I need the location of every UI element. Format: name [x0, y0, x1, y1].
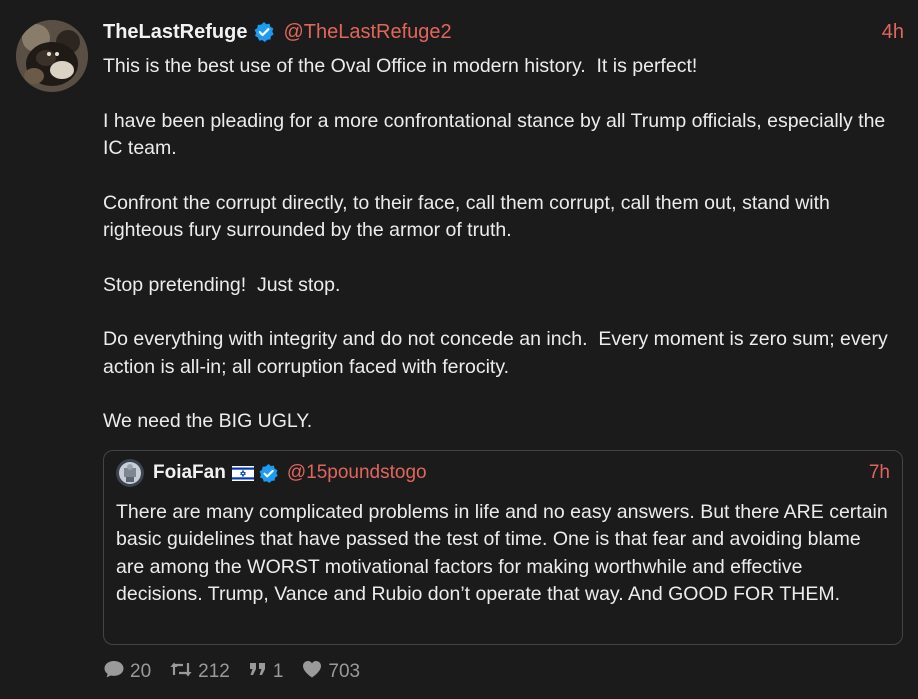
post-paragraph: We need the BIG UGLY. [103, 410, 313, 432]
author-display-name[interactable]: TheLastRefuge [103, 21, 247, 44]
reply-count: 20 [130, 661, 152, 682]
israel-flag-icon [231, 465, 254, 481]
post-paragraph: This is the best use of the Oval Office … [103, 55, 698, 77]
post-paragraph: Stop pretending! Just stop. [103, 273, 341, 296]
quote-button[interactable]: 1 [248, 659, 284, 685]
repost-count: 212 [198, 661, 230, 682]
post-paragraph: Confront the corrupt directly, to their … [103, 191, 836, 242]
quote-icon [248, 659, 273, 685]
author-handle[interactable]: @TheLastRefuge2 [283, 21, 451, 44]
reply-button[interactable]: 20 [103, 659, 151, 685]
quoted-post-time[interactable]: 7h [869, 462, 890, 484]
quoted-author-avatar[interactable] [116, 459, 144, 487]
quoted-post[interactable]: FoiaFan @15poundstogo 7h There are many … [103, 450, 903, 645]
quoted-post-text: There are many complicated problems in l… [116, 501, 888, 605]
post-header: TheLastRefuge @TheLastRefuge2 4h [103, 18, 904, 46]
post-paragraph: Do everything with integrity and do not … [103, 328, 894, 378]
quoted-post-header: FoiaFan @15poundstogo 7h [116, 459, 890, 487]
verified-badge-icon [258, 463, 279, 484]
like-count: 703 [328, 661, 361, 682]
heart-icon [301, 659, 328, 685]
like-button[interactable]: 703 [301, 659, 360, 685]
quoted-author-display-name[interactable]: FoiaFan [153, 462, 226, 484]
quoted-author-handle[interactable]: @15poundstogo [287, 462, 427, 484]
post-paragraph: I have been pleading for a more confront… [103, 109, 891, 160]
author-avatar[interactable] [16, 20, 88, 92]
repost-icon [169, 659, 198, 685]
post-body: This is the best use of the Oval Office … [103, 53, 903, 463]
post-actions: 20 212 1 703 [103, 658, 378, 686]
verified-badge-icon [253, 21, 275, 43]
post: TheLastRefuge @TheLastRefuge2 4h This is… [0, 0, 918, 699]
quote-count: 1 [272, 661, 284, 682]
repost-button[interactable]: 212 [169, 659, 230, 685]
post-time[interactable]: 4h [882, 21, 904, 44]
reply-icon [103, 659, 130, 685]
